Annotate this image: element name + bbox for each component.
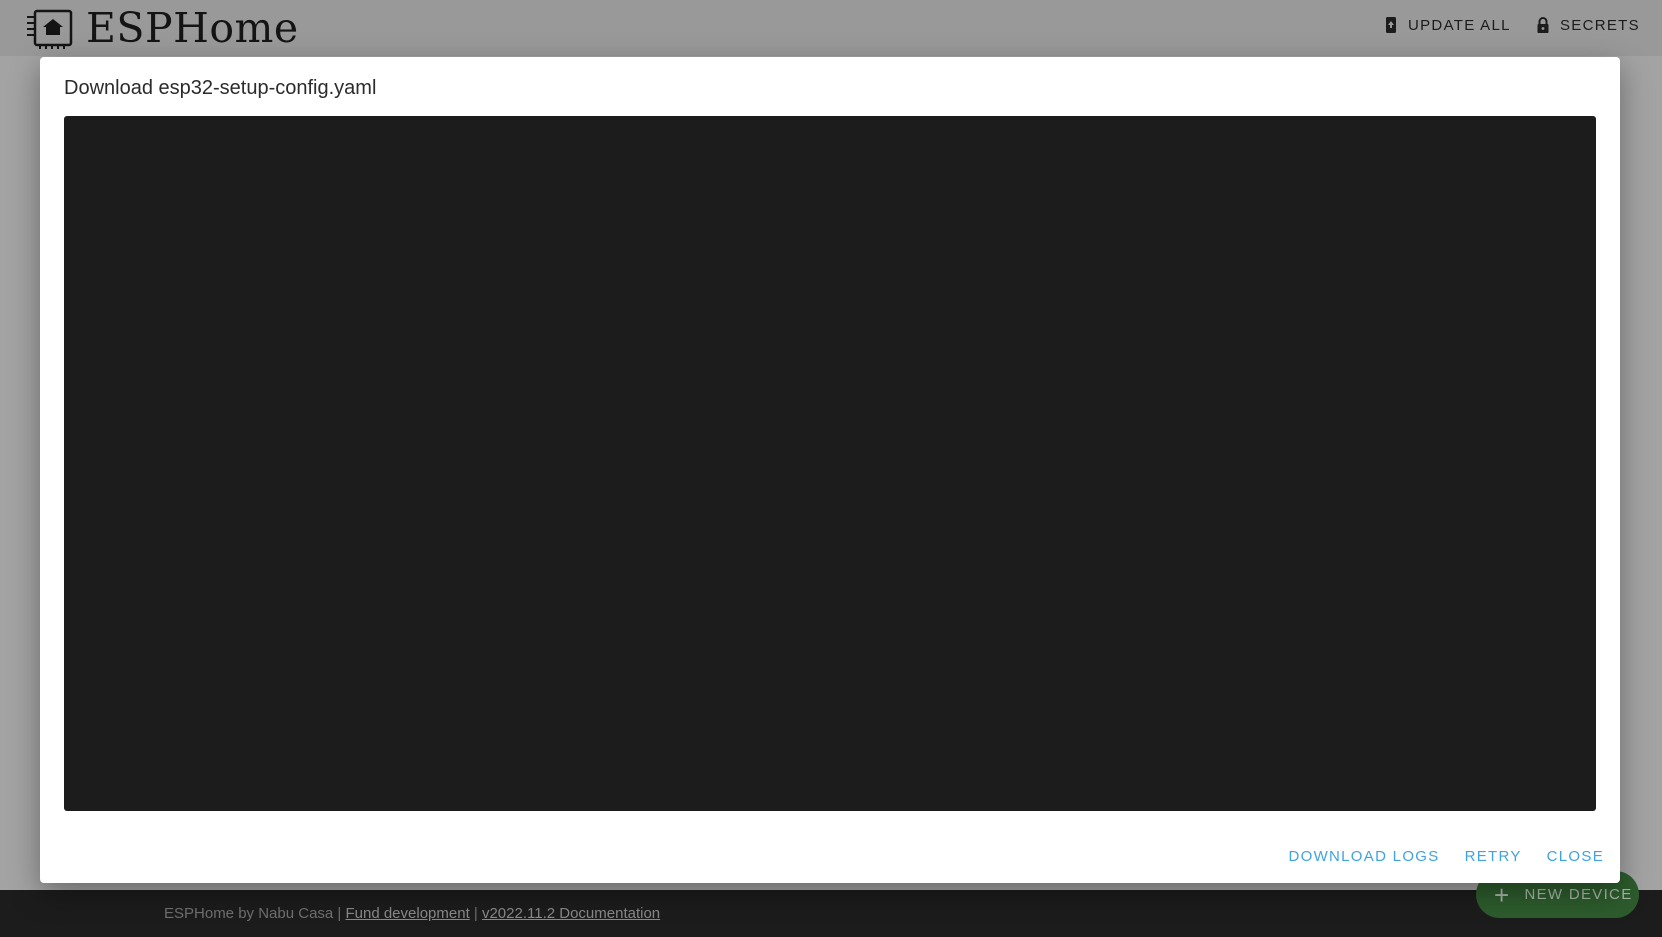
secrets-button[interactable]: SECRETS: [1536, 16, 1640, 34]
close-button[interactable]: CLOSE: [1547, 842, 1604, 871]
dialog-actions: DOWNLOAD LOGS RETRY CLOSE: [1263, 842, 1604, 871]
dialog-title: Download esp32-setup-config.yaml: [64, 77, 377, 99]
new-device-label: NEW DEVICE: [1524, 886, 1633, 903]
retry-button[interactable]: RETRY: [1465, 842, 1522, 871]
log-output-terminal[interactable]: [64, 116, 1596, 811]
lock-icon: [1537, 17, 1549, 33]
fund-development-link[interactable]: Fund development: [345, 905, 469, 922]
download-dialog: Download esp32-setup-config.yaml DOWNLOA…: [40, 57, 1620, 883]
update-all-label: UPDATE ALL: [1408, 16, 1511, 34]
brand[interactable]: ESPHome: [26, 6, 299, 50]
app-title: ESPHome: [86, 4, 299, 52]
footer-separator: |: [469, 905, 482, 922]
footer-credit: ESPHome by Nabu Casa: [164, 905, 334, 922]
app-bar: ESPHome UPDATE ALL SECRETS: [0, 0, 1662, 56]
update-all-button[interactable]: UPDATE ALL: [1384, 16, 1511, 34]
footer-separator: |: [333, 905, 346, 922]
secrets-label: SECRETS: [1560, 16, 1640, 34]
update-icon: [1386, 17, 1396, 33]
plus-icon: +: [1494, 879, 1511, 910]
footer: ESPHome by Nabu Casa | Fund development …: [0, 890, 1662, 937]
download-logs-button[interactable]: DOWNLOAD LOGS: [1288, 842, 1439, 871]
version-documentation-link[interactable]: v2022.11.2 Documentation: [482, 905, 660, 922]
esphome-logo-icon: [27, 9, 73, 49]
